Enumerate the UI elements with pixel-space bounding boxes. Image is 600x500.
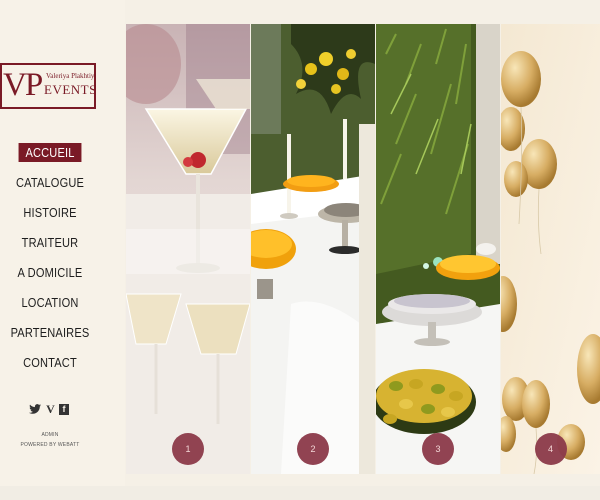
- nav-label: LOCATION: [21, 295, 79, 310]
- nav-item-partenaires[interactable]: PARTENAIRES: [8, 325, 93, 340]
- sidebar: VP Valeriya Plakhtiy EVENTS ACCUEIL CATA…: [0, 0, 125, 500]
- vimeo-icon[interactable]: V: [45, 403, 56, 415]
- twitter-icon[interactable]: [29, 404, 41, 415]
- nav-label: PARTENAIRES: [10, 325, 90, 340]
- nav-label: TRAITEUR: [21, 235, 79, 250]
- balloons-photo: [501, 24, 600, 474]
- logo-initials: VP: [3, 67, 43, 103]
- nav-item-catalogue[interactable]: CATALOGUE: [8, 175, 93, 190]
- logo-name: Valeriya Plakhtiy: [46, 72, 95, 80]
- admin-link[interactable]: ADMIN: [0, 432, 100, 438]
- nav-item-contact[interactable]: CONTACT: [8, 355, 93, 370]
- logo[interactable]: VP Valeriya Plakhtiy EVENTS: [0, 63, 96, 109]
- nav-item-traiteur[interactable]: TRAITEUR: [8, 235, 93, 250]
- gallery-number-3[interactable]: 3: [422, 433, 454, 465]
- nav-label: CONTACT: [23, 355, 77, 370]
- buffet-photo: [251, 24, 375, 474]
- gallery-panel-3[interactable]: 3: [376, 24, 500, 474]
- powered-by[interactable]: POWERED BY WEBATT: [0, 442, 100, 448]
- social-links: V f: [29, 403, 73, 416]
- nav-item-accueil[interactable]: ACCUEIL: [8, 143, 93, 162]
- champagne-photo: [126, 24, 250, 474]
- bottom-strip: [0, 486, 600, 500]
- desserts-photo: [376, 24, 500, 474]
- nav-item-location[interactable]: LOCATION: [8, 295, 93, 310]
- nav-label: HISTOIRE: [23, 205, 77, 220]
- gallery-number-2[interactable]: 2: [297, 433, 329, 465]
- gallery-number-1[interactable]: 1: [172, 433, 204, 465]
- gallery-panel-1[interactable]: 1: [126, 24, 250, 474]
- nav-item-histoire[interactable]: HISTOIRE: [8, 205, 93, 220]
- facebook-icon[interactable]: f: [59, 404, 69, 415]
- gallery-panel-2[interactable]: 2: [251, 24, 375, 474]
- nav-label: A DOMICILE: [17, 265, 83, 280]
- nav-item-a-domicile[interactable]: A DOMICILE: [8, 265, 93, 280]
- nav-label: ACCUEIL: [18, 143, 82, 162]
- gallery-panel-4[interactable]: 4: [501, 24, 600, 474]
- gallery-number-4[interactable]: 4: [534, 433, 567, 465]
- nav-label: CATALOGUE: [15, 175, 85, 190]
- logo-tagline: EVENTS: [44, 82, 97, 97]
